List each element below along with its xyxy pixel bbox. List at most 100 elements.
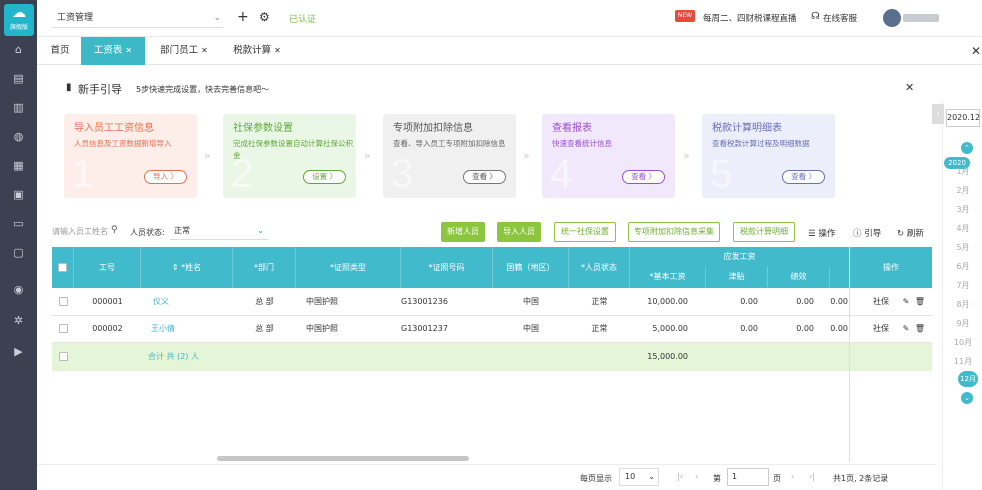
live-course-link[interactable]: 每周二、四财税课程直播 [703, 12, 797, 24]
guide-close-icon[interactable]: ✕ [905, 81, 914, 94]
money-bag-icon[interactable]: ◍ [0, 127, 37, 147]
ledger-icon[interactable]: ▦ [0, 156, 37, 176]
summary-checkbox[interactable] [58, 352, 68, 361]
home-icon[interactable]: ⌂ [0, 40, 37, 60]
list-icon: ☰ [808, 229, 819, 239]
edit-icon[interactable]: ✎ [900, 315, 912, 343]
close-all-tabs-icon[interactable]: ✕ [971, 37, 981, 65]
card-title: 查看报表 [552, 123, 592, 134]
chart-icon[interactable]: ▥ [0, 98, 37, 118]
logo-text: 旗舰版 [9, 24, 28, 31]
close-icon[interactable]: ✕ [201, 46, 208, 55]
month-item[interactable]: 11月 [946, 356, 980, 367]
horizontal-scrollbar[interactable] [217, 456, 469, 461]
col-status: *人员状态 [569, 247, 630, 288]
month-item[interactable]: 1月 [946, 166, 980, 177]
month-item[interactable]: 9月 [946, 318, 980, 329]
status-select[interactable]: 正常 ⌄ [170, 222, 268, 240]
invoice-icon[interactable]: ▣ [0, 185, 37, 205]
tax-detail-button[interactable]: 税款计算明细 [733, 222, 795, 242]
social-link[interactable]: 社保 [868, 315, 894, 343]
social-link[interactable]: 社保 [868, 288, 894, 316]
settings-icon[interactable]: ✲ [0, 311, 37, 331]
row-checkbox[interactable] [58, 324, 68, 333]
tab-tax-calc[interactable]: 税款计算 ✕ [225, 37, 289, 65]
tab-home[interactable]: 首页 [41, 37, 79, 65]
table-row[interactable]: 000002 王小倩 总 部 中国护照 G13001237 中国 正常 5,00… [52, 315, 932, 343]
import-button[interactable]: 导入 〉 [144, 170, 187, 184]
employee-search-input[interactable]: 请输入员工姓名 [52, 226, 108, 237]
first-page-icon[interactable]: |‹ [677, 472, 683, 481]
cell-id-number: G13001237 [401, 324, 448, 333]
top-bar: 工资管理 ⌄ + ⚙ 已认证 NEW 每周二、四财税课程直播 ☊ 在线客服 [37, 0, 982, 37]
month-item[interactable]: 3月 [946, 204, 980, 215]
delete-icon[interactable]: 🗑 [914, 315, 926, 343]
company-select[interactable]: 工资管理 ⌄ [51, 8, 223, 28]
month-item[interactable]: 6月 [946, 261, 980, 272]
edit-icon[interactable]: ✎ [900, 288, 912, 316]
gear-icon[interactable]: ⚙ [259, 9, 270, 25]
row-checkbox[interactable] [58, 297, 68, 306]
cell-dept: 总 部 [255, 324, 274, 333]
col-more [830, 267, 850, 287]
username-blurred[interactable] [903, 14, 939, 22]
archive-icon[interactable]: ▭ [0, 214, 37, 234]
view-deduction-button[interactable]: 查看 〉 [463, 170, 506, 184]
cell-name-link[interactable]: 王小倩 [141, 315, 185, 343]
tab-payroll[interactable]: 工资表 ✕ [81, 37, 145, 65]
select-all-checkbox[interactable] [58, 263, 67, 272]
page-input[interactable]: 1 [727, 468, 769, 486]
play-icon[interactable]: ▶ [0, 342, 37, 362]
unified-social-button[interactable]: 统一社保设置 [554, 222, 616, 242]
delete-icon[interactable]: 🗑 [914, 288, 926, 316]
cell-nationality: 中国 [523, 324, 539, 333]
page-prefix: 第 [713, 474, 721, 483]
deduction-collect-button[interactable]: 专项附加扣除信息采集 [628, 222, 720, 242]
current-month-badge[interactable]: 12月 [958, 371, 978, 387]
last-page-icon[interactable]: ›| [809, 472, 815, 481]
tab-department-staff[interactable]: 部门员工 ✕ [151, 37, 217, 65]
app-logo[interactable]: ☁ 旗舰版 [4, 4, 34, 36]
search-icon[interactable]: ⚲ [111, 225, 118, 235]
headset-icon[interactable]: ☊ [811, 11, 820, 22]
collapse-panel-icon[interactable]: › [932, 104, 944, 124]
report-icon[interactable]: ▢ [0, 243, 37, 263]
add-employee-button[interactable]: 新增人员 [441, 222, 485, 242]
settings-button[interactable]: 设置 〉 [303, 170, 346, 184]
period-box[interactable]: 2020.12 [946, 109, 980, 127]
ops-menu[interactable]: ☰ 操作 [808, 227, 835, 239]
col-ops: 操作 [883, 263, 899, 272]
guide-subtitle: 5步快速完成设置，快去完善信息吧～ [136, 85, 270, 94]
view-tax-detail-button[interactable]: 查看 〉 [782, 170, 825, 184]
guide-card-social: 2 社保参数设置 完成社保参数设置自动计算社保公积金 设置 〉 [223, 114, 356, 198]
document-icon[interactable]: ▤ [0, 69, 37, 89]
month-item[interactable]: 2月 [946, 185, 980, 196]
month-item[interactable]: 8月 [946, 299, 980, 310]
per-page-select[interactable]: 10 ⌄ [619, 468, 659, 486]
chevron-up-icon[interactable]: ⌃ [961, 142, 973, 154]
month-item[interactable]: 7月 [946, 280, 980, 291]
view-report-button[interactable]: 查看 〉 [622, 170, 665, 184]
avatar[interactable] [883, 9, 901, 27]
month-item[interactable]: 5月 [946, 242, 980, 253]
plus-icon[interactable]: + [237, 9, 249, 25]
card-title: 导入员工工资信息 [74, 123, 154, 134]
import-employee-button[interactable]: 导入人员 [497, 222, 541, 242]
guide-link[interactable]: ⓘ 引导 [853, 227, 881, 239]
close-icon[interactable]: ✕ [274, 46, 281, 55]
month-item[interactable]: 4月 [946, 223, 980, 234]
sort-icon[interactable]: ⇕ [172, 263, 181, 272]
left-sidebar: ☁ 旗舰版 ⌂ ▤ ▥ ◍ ▦ ▣ ▭ ▢ ◉ ✲ ▶ [0, 0, 37, 490]
table-row[interactable]: 000001 仪义 总 部 中国护照 G13001236 中国 正常 10,00… [52, 288, 932, 316]
user-group-icon[interactable]: ◉ [0, 280, 37, 300]
close-icon[interactable]: ✕ [125, 46, 132, 55]
cell-name-link[interactable]: 仪义 [141, 288, 181, 316]
online-service-link[interactable]: 在线客服 [823, 12, 857, 24]
prev-page-icon[interactable]: ‹ [695, 472, 698, 481]
chevron-down-icon[interactable]: ⌄ [961, 392, 973, 404]
next-page-icon[interactable]: › [791, 472, 794, 481]
month-item[interactable]: 10月 [946, 337, 980, 348]
col-name[interactable]: ⇕ *姓名 [141, 247, 233, 288]
refresh-link[interactable]: ↻ 刷新 [897, 227, 924, 239]
cloud-icon: ☁ [12, 5, 26, 21]
